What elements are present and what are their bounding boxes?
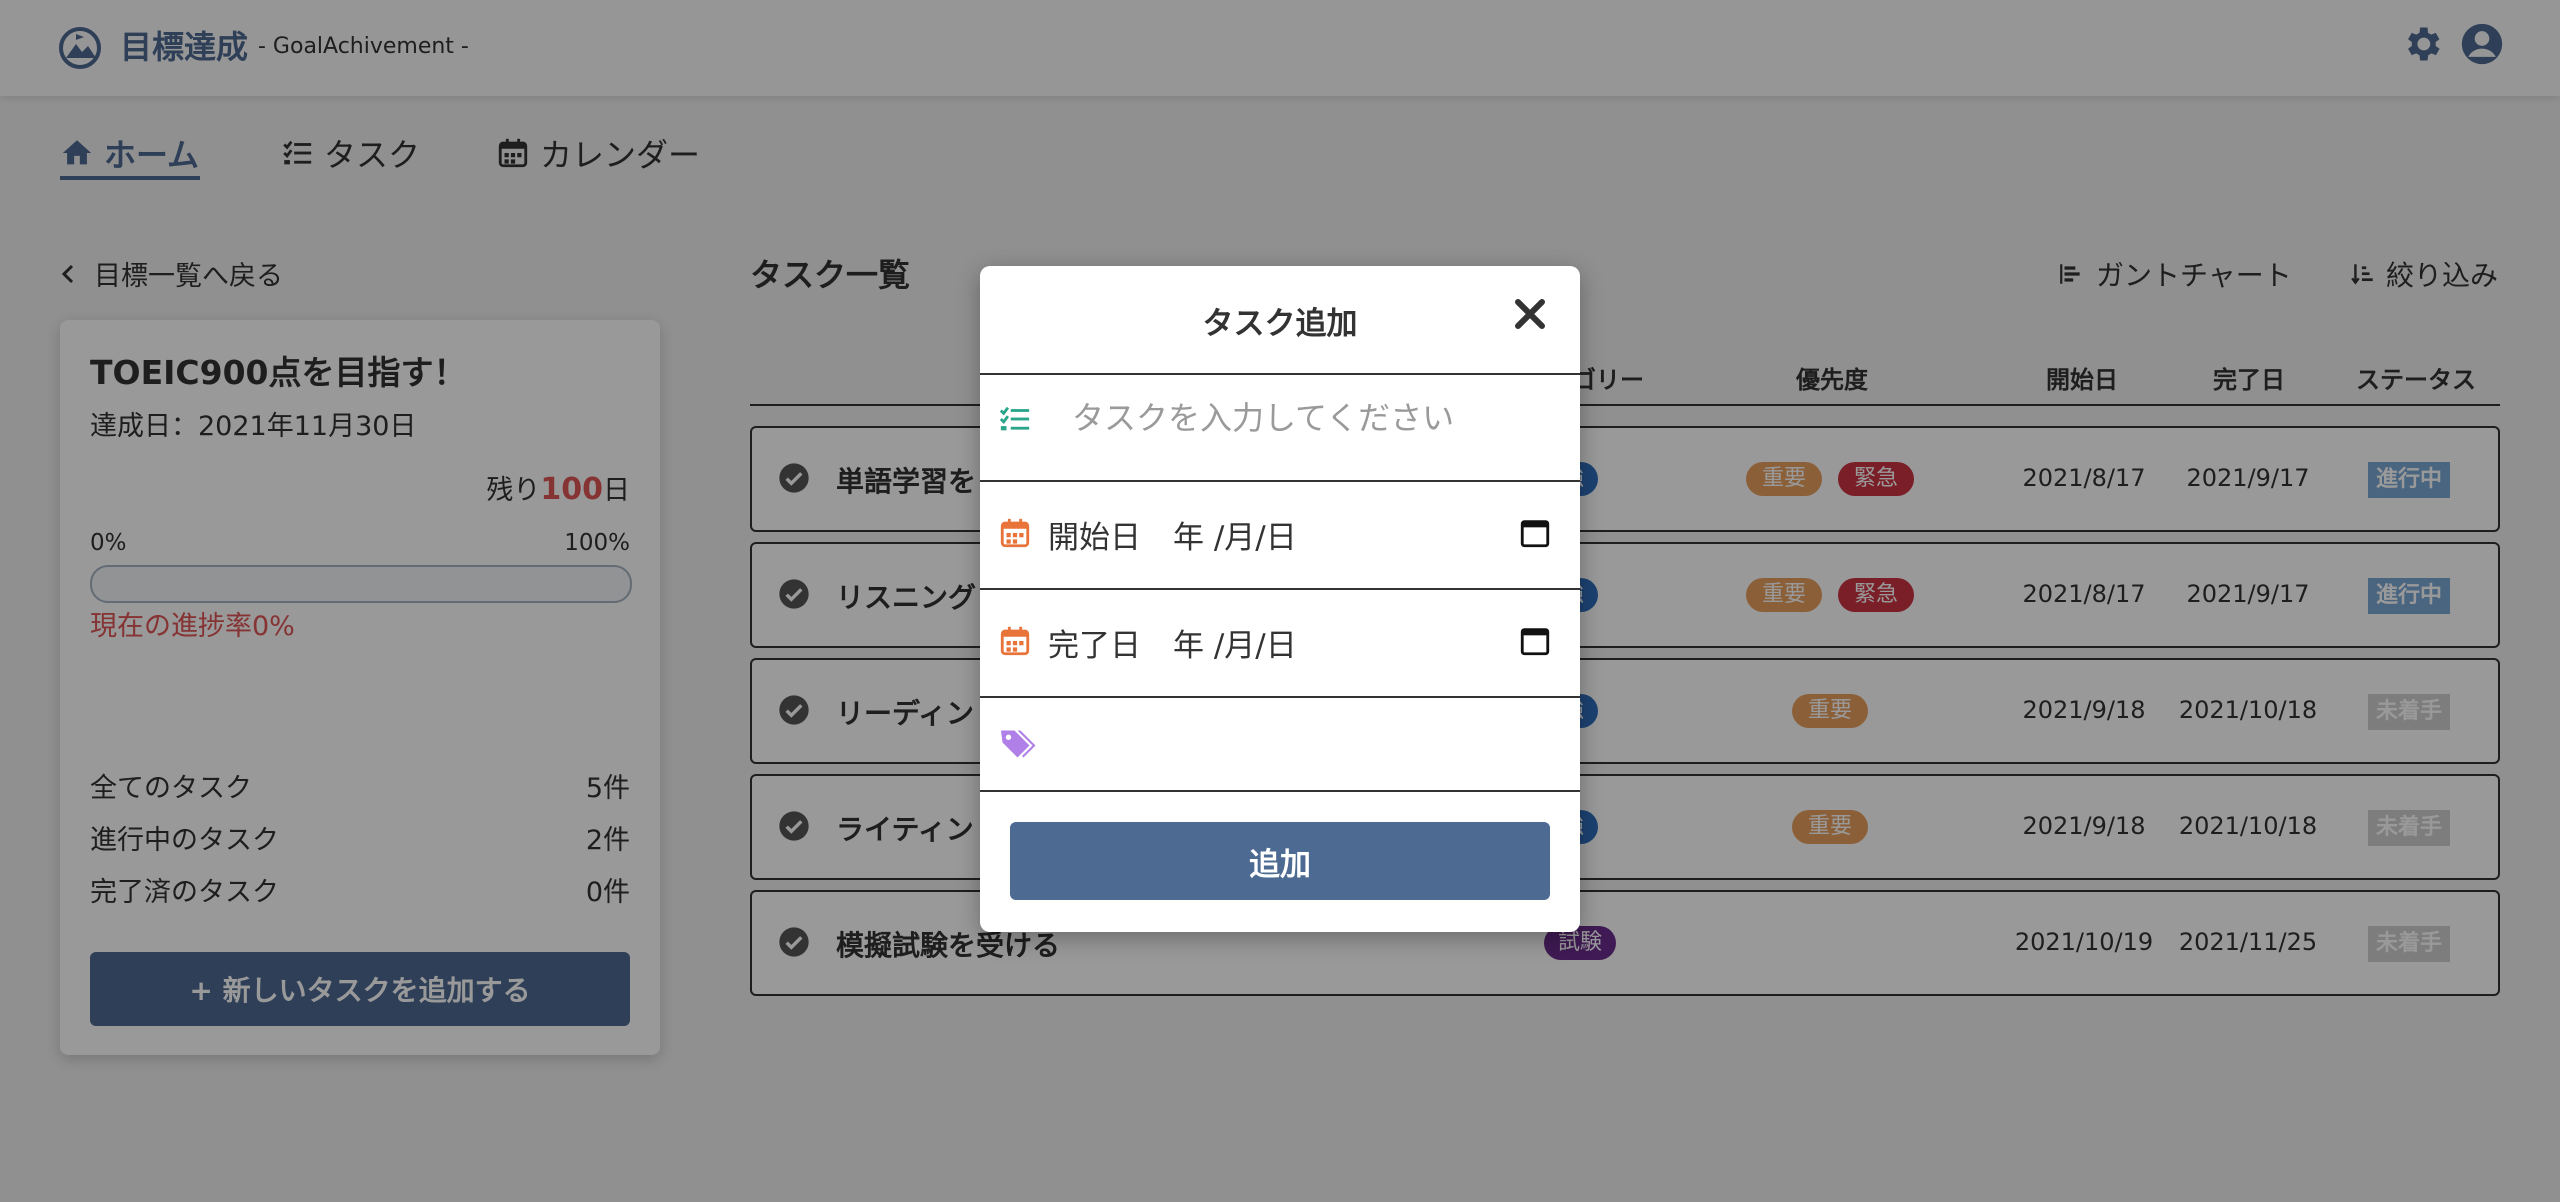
modal-divider [980, 790, 1580, 792]
modal-title: タスク追加 [1202, 306, 1358, 342]
calendar-picker-icon[interactable] [1518, 516, 1552, 550]
calendar-icon [1000, 518, 1030, 548]
close-icon[interactable] [1512, 296, 1548, 332]
tags-icon [1001, 730, 1036, 758]
start-date-input[interactable]: 年 /月/日 [1173, 512, 1297, 557]
calendar-picker-icon[interactable] [1518, 624, 1552, 658]
task-list-icon [999, 406, 1030, 431]
end-date-input[interactable]: 年 /月/日 [1173, 620, 1297, 665]
modal-divider [980, 373, 1580, 375]
add-task-modal: タスク追加 開始日 年 /月/日 完了日 年 /月/日 [980, 266, 1580, 932]
start-date-label: 開始日 [1048, 520, 1141, 556]
modal-divider [980, 696, 1580, 698]
modal-divider [980, 480, 1580, 482]
modal-divider [980, 588, 1580, 590]
end-date-label: 完了日 [1048, 628, 1141, 664]
calendar-icon [1000, 626, 1030, 656]
add-submit-button[interactable]: 追加 [1010, 822, 1550, 900]
category-tag-input[interactable] [1052, 734, 1552, 784]
task-name-input[interactable] [1072, 396, 1552, 440]
